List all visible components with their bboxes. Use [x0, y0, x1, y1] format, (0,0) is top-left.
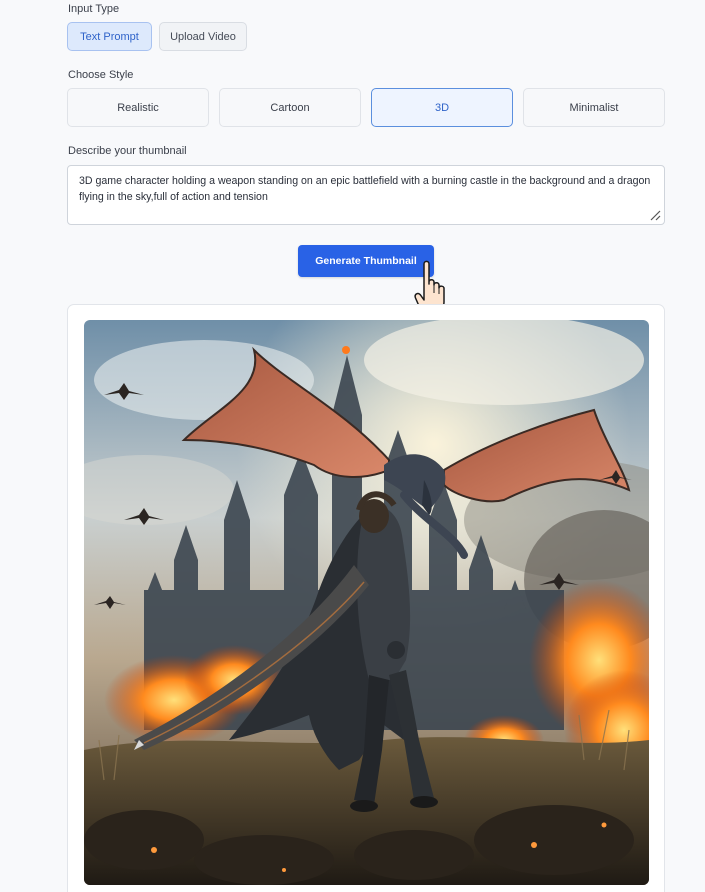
generated-thumbnail-image — [84, 320, 649, 885]
choose-style-label: Choose Style — [68, 69, 134, 81]
upload-video-toggle[interactable]: Upload Video — [159, 22, 247, 51]
style-realistic-button[interactable]: Realistic — [67, 88, 209, 127]
description-textarea[interactable]: 3D game character holding a weapon stand… — [67, 165, 665, 225]
style-minimalist-button[interactable]: Minimalist — [523, 88, 665, 127]
description-text: 3D game character holding a weapon stand… — [79, 175, 651, 203]
thumbnail-generator-form: Input Type Text Prompt Upload Video Choo… — [0, 0, 705, 892]
style-cartoon-button[interactable]: Cartoon — [219, 88, 361, 127]
text-prompt-toggle[interactable]: Text Prompt — [67, 22, 152, 51]
resize-grip-icon[interactable] — [649, 209, 661, 221]
input-type-label: Input Type — [68, 3, 120, 15]
description-label: Describe your thumbnail — [68, 145, 187, 157]
style-3d-button[interactable]: 3D — [371, 88, 513, 127]
